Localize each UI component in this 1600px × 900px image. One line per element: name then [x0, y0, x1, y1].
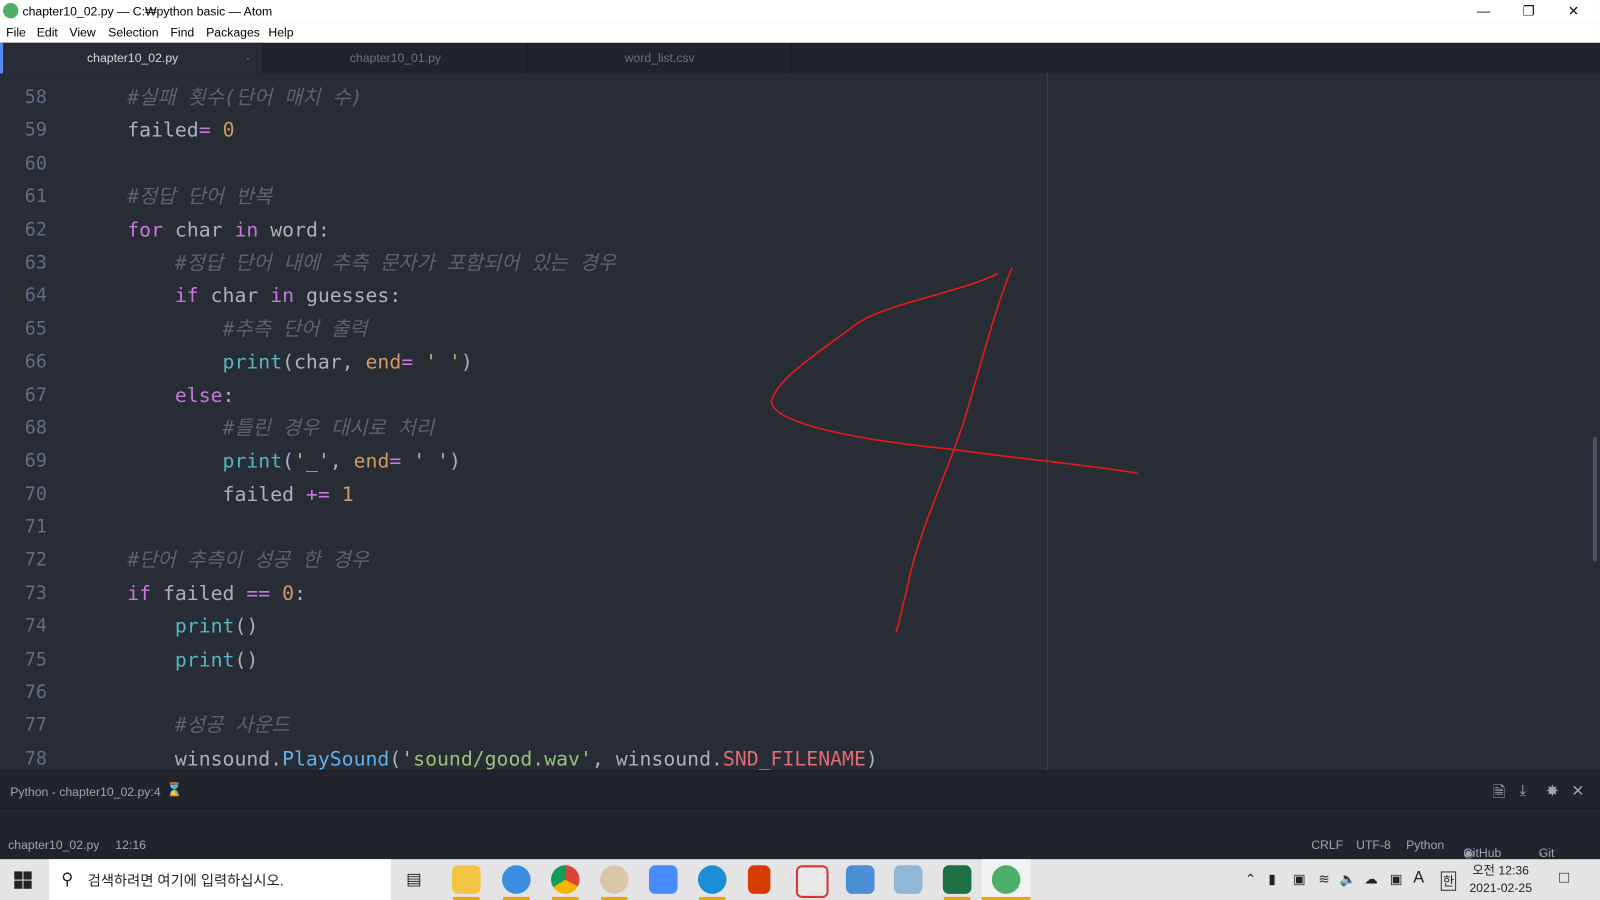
- panel-output-area: [0, 808, 1600, 831]
- panel-title: Python - chapter10_02.py:4: [10, 784, 161, 799]
- tab-bar: chapter10_02.py · chapter10_01.py word_li…: [0, 42, 1600, 74]
- script-runner-panel: Python - chapter10_02.py:4 ⌛ 🗎 ⤓ ✸ ✕: [0, 770, 1600, 810]
- taskbar-search-box[interactable]: ⚲ 검색하려면 여기에 입력하십시오.: [48, 859, 391, 900]
- excel-icon[interactable]: [942, 865, 972, 894]
- menu-file[interactable]: File: [6, 26, 26, 40]
- show-hidden-icons-icon[interactable]: ⌃: [1245, 871, 1256, 887]
- ime-language[interactable]: 한: [1440, 871, 1457, 891]
- notepad-app-icon[interactable]: [893, 865, 923, 894]
- task-view-icon[interactable]: ▤: [406, 869, 421, 889]
- windows-start-icon[interactable]: [14, 871, 32, 889]
- status-line-ending[interactable]: CRLF: [1311, 838, 1343, 852]
- menu-edit[interactable]: Edit: [37, 26, 58, 40]
- volume-icon[interactable]: 🔈: [1340, 871, 1357, 887]
- battery-icon[interactable]: ▮: [1268, 871, 1275, 887]
- tab-word-list[interactable]: word_list.csv: [529, 42, 792, 74]
- clock-date: 2021-02-25: [1469, 880, 1533, 895]
- minimize-button[interactable]: —: [1461, 0, 1506, 22]
- office-icon[interactable]: [747, 865, 771, 894]
- notifications-icon[interactable]: □: [1559, 869, 1569, 887]
- onedrive-icon[interactable]: ☁: [1364, 871, 1377, 887]
- menu-bar: File Edit View Selection Find Packages H…: [0, 22, 1600, 43]
- tab-label: chapter10_02.py: [87, 51, 179, 66]
- annotation-stroke: [770, 272, 1138, 475]
- status-bar: chapter10_02.py 12:16 CRLF UTF-8 Python …: [0, 829, 1600, 874]
- settings-icon[interactable]: ✸: [1546, 782, 1559, 800]
- ime-mode[interactable]: A: [1413, 869, 1424, 887]
- camera-icon[interactable]: ▣: [1390, 871, 1403, 887]
- zoom-icon[interactable]: [648, 865, 678, 894]
- close-panel-icon[interactable]: ✕: [1571, 782, 1584, 800]
- red-handwritten-annotation: [770, 267, 1138, 633]
- app-icon[interactable]: [845, 865, 875, 894]
- hourglass-icon: ⌛: [166, 781, 183, 797]
- window-title: chapter10_02.py — C:₩python basic — Atom: [22, 4, 273, 19]
- atom-icon: [991, 865, 1021, 894]
- chrome-icon[interactable]: [551, 865, 580, 894]
- status-file[interactable]: chapter10_02.py: [8, 838, 99, 852]
- internet-explorer-icon[interactable]: [502, 865, 531, 894]
- windows-taskbar: ⚲ 검색하려면 여기에 입력하십시오. ▤ ⌃ ▮ ▣ ≋ 🔈 ☁ ▣ A 한 …: [0, 859, 1600, 900]
- restore-button[interactable]: ❐: [1506, 0, 1551, 22]
- search-icon: ⚲: [61, 871, 74, 889]
- modified-indicator: ·: [245, 51, 250, 66]
- snipping-tool-icon[interactable]: [795, 865, 829, 898]
- download-icon[interactable]: ⤓: [1519, 782, 1526, 799]
- tab-chapter10-01[interactable]: chapter10_01.py: [264, 42, 528, 74]
- file-explorer-icon[interactable]: [452, 865, 481, 894]
- wifi-icon[interactable]: ≋: [1318, 871, 1329, 887]
- status-cursor[interactable]: 12:16: [115, 838, 146, 852]
- edge-icon[interactable]: [697, 865, 727, 894]
- tab-label: word_list.csv: [624, 51, 695, 66]
- title-bar: chapter10_02.py — C:₩python basic — Atom…: [0, 0, 1600, 23]
- menu-help[interactable]: Help: [268, 26, 293, 40]
- search-placeholder: 검색하려면 여기에 입력하십시오.: [87, 872, 284, 889]
- code-editor[interactable]: 58 59 60 61 62 63 64 65 66 67 68 69 70 71 72 73 74 75 76 77…: [0, 73, 1600, 771]
- atom-logo-icon: [3, 3, 19, 19]
- menu-selection[interactable]: Selection: [108, 26, 158, 40]
- paint-icon[interactable]: [599, 865, 629, 894]
- status-grammar[interactable]: Python: [1406, 838, 1444, 852]
- clock[interactable]: 오전 12:36 2021-02-25: [1469, 862, 1532, 897]
- close-button[interactable]: ✕: [1551, 0, 1596, 22]
- document-icon[interactable]: 🗎: [1493, 782, 1505, 808]
- github-label: GitHub: [1463, 845, 1502, 861]
- tab-chapter10-02[interactable]: chapter10_02.py ·: [0, 42, 264, 74]
- clock-time: 오전 12:36: [1472, 863, 1529, 878]
- tab-label: chapter10_01.py: [349, 51, 442, 66]
- menu-view[interactable]: View: [69, 26, 95, 40]
- atom-taskbar-button[interactable]: [981, 859, 1031, 900]
- update-icon[interactable]: ▣: [1293, 871, 1306, 887]
- menu-find[interactable]: Find: [170, 26, 194, 40]
- annotation-stroke: [895, 267, 1013, 633]
- menu-packages[interactable]: Packages: [206, 26, 260, 40]
- status-encoding[interactable]: UTF-8: [1356, 838, 1391, 852]
